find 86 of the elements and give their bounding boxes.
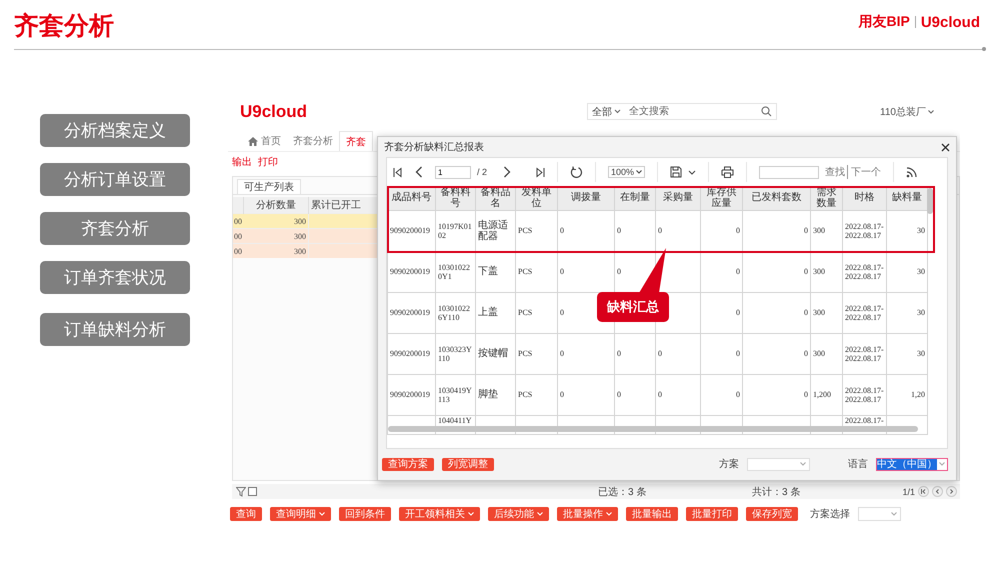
table-cell: 0	[736, 349, 740, 358]
table-cell: 脚垫	[478, 389, 498, 400]
table-cell: 9090200019	[390, 226, 430, 236]
table-cell: 上盖	[478, 307, 498, 318]
callout: 缺料汇总	[597, 292, 669, 322]
table-cell: PCS	[518, 349, 532, 358]
app-logo: U9cloud	[240, 102, 308, 122]
table-cell: 0	[617, 226, 621, 236]
table-cell: 0	[617, 267, 621, 276]
table-cell: 00	[234, 216, 242, 226]
table-cell: 0	[617, 390, 621, 400]
table-cell: 下盖	[478, 266, 498, 278]
table-cell: 103010220Y1	[438, 262, 470, 281]
table-cell: 0	[804, 349, 808, 358]
table-cell: 0	[804, 308, 808, 318]
table-cell: 300	[294, 246, 306, 256]
table-cell: 300	[813, 308, 825, 318]
table-cell: 0	[560, 226, 564, 236]
column-header: 缺料量	[892, 192, 922, 204]
table-cell: 300	[813, 267, 825, 276]
table-cell: 0	[658, 390, 662, 400]
table-cell: 0	[560, 390, 564, 400]
table-cell: 0	[736, 308, 740, 318]
table-cell: 30	[917, 226, 925, 236]
table-cell: 300	[813, 349, 825, 358]
table-cell: 1040411Y	[438, 416, 472, 425]
column-header: 时格	[854, 192, 874, 204]
slide-title: 齐套分析	[14, 11, 114, 42]
table-cell: 30	[917, 349, 925, 358]
table-cell: 0	[560, 349, 564, 358]
table-cell: 2022.08.17-2022.08.17	[845, 386, 884, 404]
brand-logo: U9cloud	[920, 14, 980, 30]
table-cell: 9090200019	[390, 267, 430, 276]
table-cell: 0	[736, 267, 740, 276]
table-cell: PCS	[518, 226, 532, 236]
table-cell: PCS	[518, 308, 532, 318]
table-cell: 0	[617, 349, 621, 358]
brand-name: 用友BIP	[858, 13, 910, 31]
scheme-label: 方案选择	[810, 508, 850, 521]
selected-count: 已选：3 条	[598, 486, 648, 498]
page-indicator: 1/1	[902, 486, 915, 496]
table-cell: 00	[234, 232, 242, 240]
table-cell: 2022.08.17-2022.08.17	[845, 262, 884, 281]
total-count: 共计：3 条	[752, 486, 802, 498]
table-cell: 1030323Y110	[438, 344, 472, 363]
table-cell: 0	[736, 226, 740, 236]
page-total: / 2	[477, 167, 488, 177]
table-cell: 0	[804, 267, 808, 276]
table-cell: PCS	[518, 267, 532, 276]
column-header: 分析数量	[244, 197, 308, 214]
table-cell: 0	[658, 349, 662, 358]
table-cell: 0	[736, 390, 740, 400]
table-cell: 2022.08.17-2022.08.17	[845, 304, 884, 322]
table-cell: 9090200019	[390, 390, 430, 400]
table-cell: 300	[294, 216, 306, 226]
column-header: 已发料套数	[752, 192, 802, 204]
table-cell: 1,20	[911, 390, 925, 400]
table-cell: 10197K0102	[438, 222, 472, 240]
table-cell: PCS	[518, 390, 532, 400]
column-header: 成品料号	[392, 192, 432, 204]
table-cell: 9090200019	[390, 349, 430, 358]
table-cell: 0	[658, 226, 662, 236]
table-cell: 0	[804, 390, 808, 400]
table-cell: 0	[804, 226, 808, 236]
column-header: 采购量	[663, 192, 693, 204]
table-cell: 2022.08.17-	[845, 416, 884, 425]
language-label: 语言	[848, 458, 868, 471]
table-cell: 0	[560, 308, 564, 318]
table-cell: 0	[560, 267, 564, 276]
table-cell: 103010226Y110	[438, 304, 470, 322]
table-cell: 按键帽	[478, 348, 508, 360]
table-cell: 300	[294, 232, 306, 240]
column-header: 调拨量	[571, 192, 601, 204]
table-cell: 30	[917, 308, 925, 318]
scheme-label: 方案	[719, 458, 739, 471]
dialog-title: 齐套分析缺料汇总报表	[384, 140, 484, 154]
table-cell: 30	[917, 267, 925, 276]
table-cell: 2022.08.17-2022.08.17	[845, 222, 884, 240]
table-cell: 300	[813, 226, 825, 236]
table-cell: 9090200019	[390, 308, 430, 318]
table-cell: 电源适配器	[478, 220, 508, 242]
table-cell: 00	[234, 246, 242, 256]
table-cell: 1030419Y113	[438, 386, 472, 404]
column-header: 在制量	[620, 192, 650, 204]
table-cell: 1,200	[813, 390, 831, 400]
table-cell: 2022.08.17-2022.08.17	[845, 344, 884, 363]
